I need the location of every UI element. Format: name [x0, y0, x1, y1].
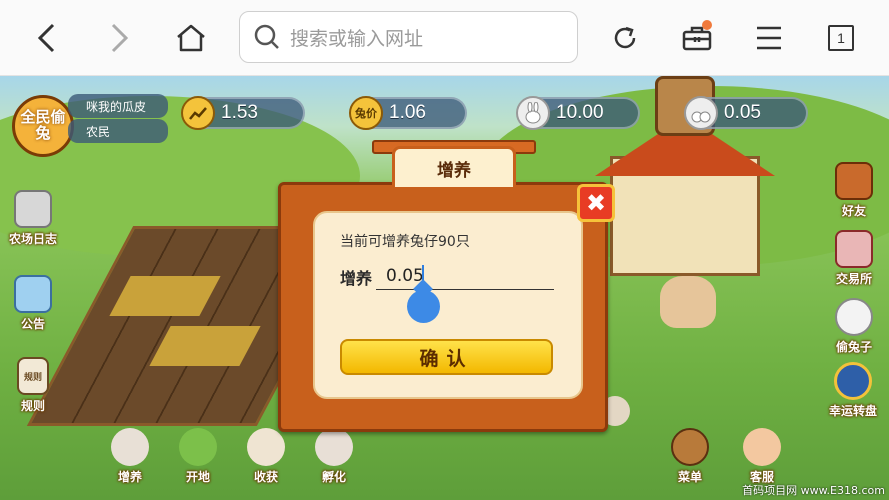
chart-icon: [181, 96, 215, 130]
back-button[interactable]: [22, 14, 70, 62]
plant-icon: [179, 428, 217, 466]
tab-count: 1: [828, 25, 854, 51]
forward-button[interactable]: [96, 14, 144, 62]
backpack-icon: [671, 428, 709, 466]
hamburger-icon: [757, 26, 781, 50]
dialog-hint: 当前可增养兔仔90只: [340, 234, 470, 250]
raise-label: 增养: [117, 470, 142, 484]
raise-amount-input[interactable]: [376, 262, 554, 290]
menu-game-label: 菜单: [677, 470, 702, 484]
notice-label: 公告: [20, 317, 45, 331]
stat-value: 0.05: [724, 102, 761, 123]
shop-icon: [835, 230, 873, 268]
address-bar[interactable]: 搜索或输入网址: [239, 11, 578, 63]
hatch-label: 孵化: [321, 470, 346, 484]
notice-icon: [14, 275, 52, 313]
steal-rabbit-label: 偷兔子: [835, 340, 872, 354]
plow-label: 开地: [185, 470, 210, 484]
service-girl-icon: [743, 428, 781, 466]
tabs-button[interactable]: 1: [817, 14, 865, 62]
dialog-title-tab: 增养: [392, 146, 516, 190]
hatch-icon: [315, 428, 353, 466]
raise-field-label: 增养: [340, 269, 373, 288]
exchange-button[interactable]: 交易所: [824, 230, 884, 287]
lucky-wheel-button[interactable]: 幸运转盘: [820, 362, 886, 419]
friends-label: 好友: [841, 204, 866, 218]
toolbox-button[interactable]: [673, 14, 721, 62]
plow-button[interactable]: 开地: [168, 428, 228, 485]
dialog-title: 增养: [437, 160, 471, 181]
raise-button[interactable]: 增养: [100, 428, 160, 485]
notice-button[interactable]: 公告: [3, 275, 63, 332]
rules-button[interactable]: 规则 规则: [3, 357, 63, 414]
friends-button[interactable]: 好友: [824, 162, 884, 219]
menu-game-button[interactable]: 菜单: [660, 428, 720, 485]
rules-book-icon: 规则: [17, 357, 49, 395]
close-icon: ✖: [585, 189, 607, 217]
rabbit-raise-icon: [111, 428, 149, 466]
hatch-button[interactable]: 孵化: [304, 428, 364, 485]
player-name: 咪我的瓜皮: [68, 94, 168, 118]
rabbit-price-icon: 兔价: [349, 96, 383, 130]
harvest-label: 收获: [253, 470, 278, 484]
notification-dot: [702, 20, 712, 30]
stat-value: 1.06: [389, 102, 426, 123]
refresh-icon: [614, 26, 636, 49]
rules-label: 规则: [20, 399, 45, 413]
stat-baby-rabbits: 0.05: [684, 96, 808, 130]
player-rank: 农民: [68, 119, 168, 143]
harvest-button[interactable]: 收获: [236, 428, 296, 485]
friends-icon: [835, 162, 873, 200]
back-arrow-icon: [37, 23, 55, 53]
wheel-icon: [834, 362, 872, 400]
home-button[interactable]: [167, 14, 215, 62]
raise-dialog: [278, 182, 608, 432]
service-button[interactable]: 客服: [732, 428, 792, 485]
rabbits-icon: [684, 96, 718, 130]
hand-icon: [247, 428, 285, 466]
exchange-label: 交易所: [835, 272, 872, 286]
stat-rabbit-price: 兔价 1.06: [349, 96, 467, 130]
home-icon: [177, 24, 205, 52]
stat-value: 10.00: [556, 102, 604, 123]
farm-log-label: 农场日志: [8, 232, 57, 246]
refresh-button[interactable]: [601, 14, 649, 62]
watermark: 首码项目网 www.E318.com: [742, 484, 885, 497]
search-icon: [254, 24, 279, 49]
rabbit-icon: [516, 96, 550, 130]
steal-rabbit-button[interactable]: 偷兔子: [824, 298, 884, 355]
cursor-handle[interactable]: [407, 290, 440, 323]
stat-rabbit-count: 10.00: [516, 96, 640, 130]
steal-rabbit-icon: [835, 298, 873, 336]
menu-button[interactable]: [745, 14, 793, 62]
forward-arrow-icon: [111, 23, 129, 53]
player-badge[interactable]: 全民偷兔: [12, 95, 74, 157]
clipboard-icon: [14, 190, 52, 228]
close-button[interactable]: ✖: [577, 184, 615, 222]
stat-value: 1.53: [221, 102, 258, 123]
address-placeholder: 搜索或输入网址: [290, 27, 424, 50]
farm-log-button[interactable]: 农场日志: [3, 190, 63, 247]
browser-toolbar: 搜索或输入网址 1: [0, 0, 889, 76]
lucky-wheel-label: 幸运转盘: [828, 404, 877, 418]
confirm-button[interactable]: 确认: [340, 339, 553, 375]
pug-dog[interactable]: [660, 276, 716, 328]
stat-price-trend: 1.53: [181, 96, 305, 130]
